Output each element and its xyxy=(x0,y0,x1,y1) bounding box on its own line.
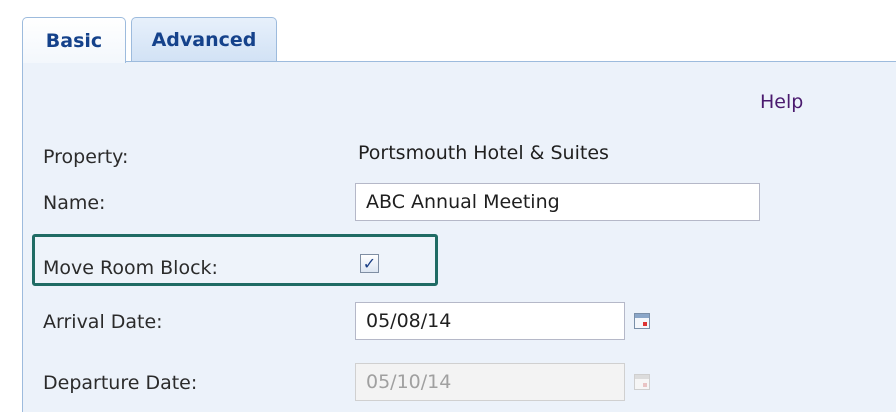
arrival-date-label: Arrival Date: xyxy=(43,311,163,333)
tab-basic[interactable]: Basic xyxy=(22,17,126,63)
departure-date-input: 05/10/14 xyxy=(355,363,625,401)
event-form-page: Basic Advanced Help Property: Portsmouth… xyxy=(0,0,896,412)
tab-strip: Basic Advanced xyxy=(0,0,896,63)
arrival-date-picker-button[interactable] xyxy=(626,302,658,340)
departure-date-picker-button xyxy=(626,363,658,401)
property-label: Property: xyxy=(43,146,129,168)
property-value: Portsmouth Hotel & Suites xyxy=(358,142,609,164)
calendar-icon xyxy=(634,313,650,329)
departure-date-label: Departure Date: xyxy=(43,372,198,394)
calendar-icon xyxy=(634,374,650,390)
tab-advanced[interactable]: Advanced xyxy=(131,17,277,61)
name-label: Name: xyxy=(43,192,106,214)
name-input[interactable]: ABC Annual Meeting xyxy=(355,183,760,221)
move-room-block-label: Move Room Block: xyxy=(43,257,218,279)
help-link[interactable]: Help xyxy=(760,91,803,113)
move-room-block-checkbox[interactable]: ✓ xyxy=(360,254,379,273)
arrival-date-input[interactable]: 05/08/14 xyxy=(355,302,625,340)
